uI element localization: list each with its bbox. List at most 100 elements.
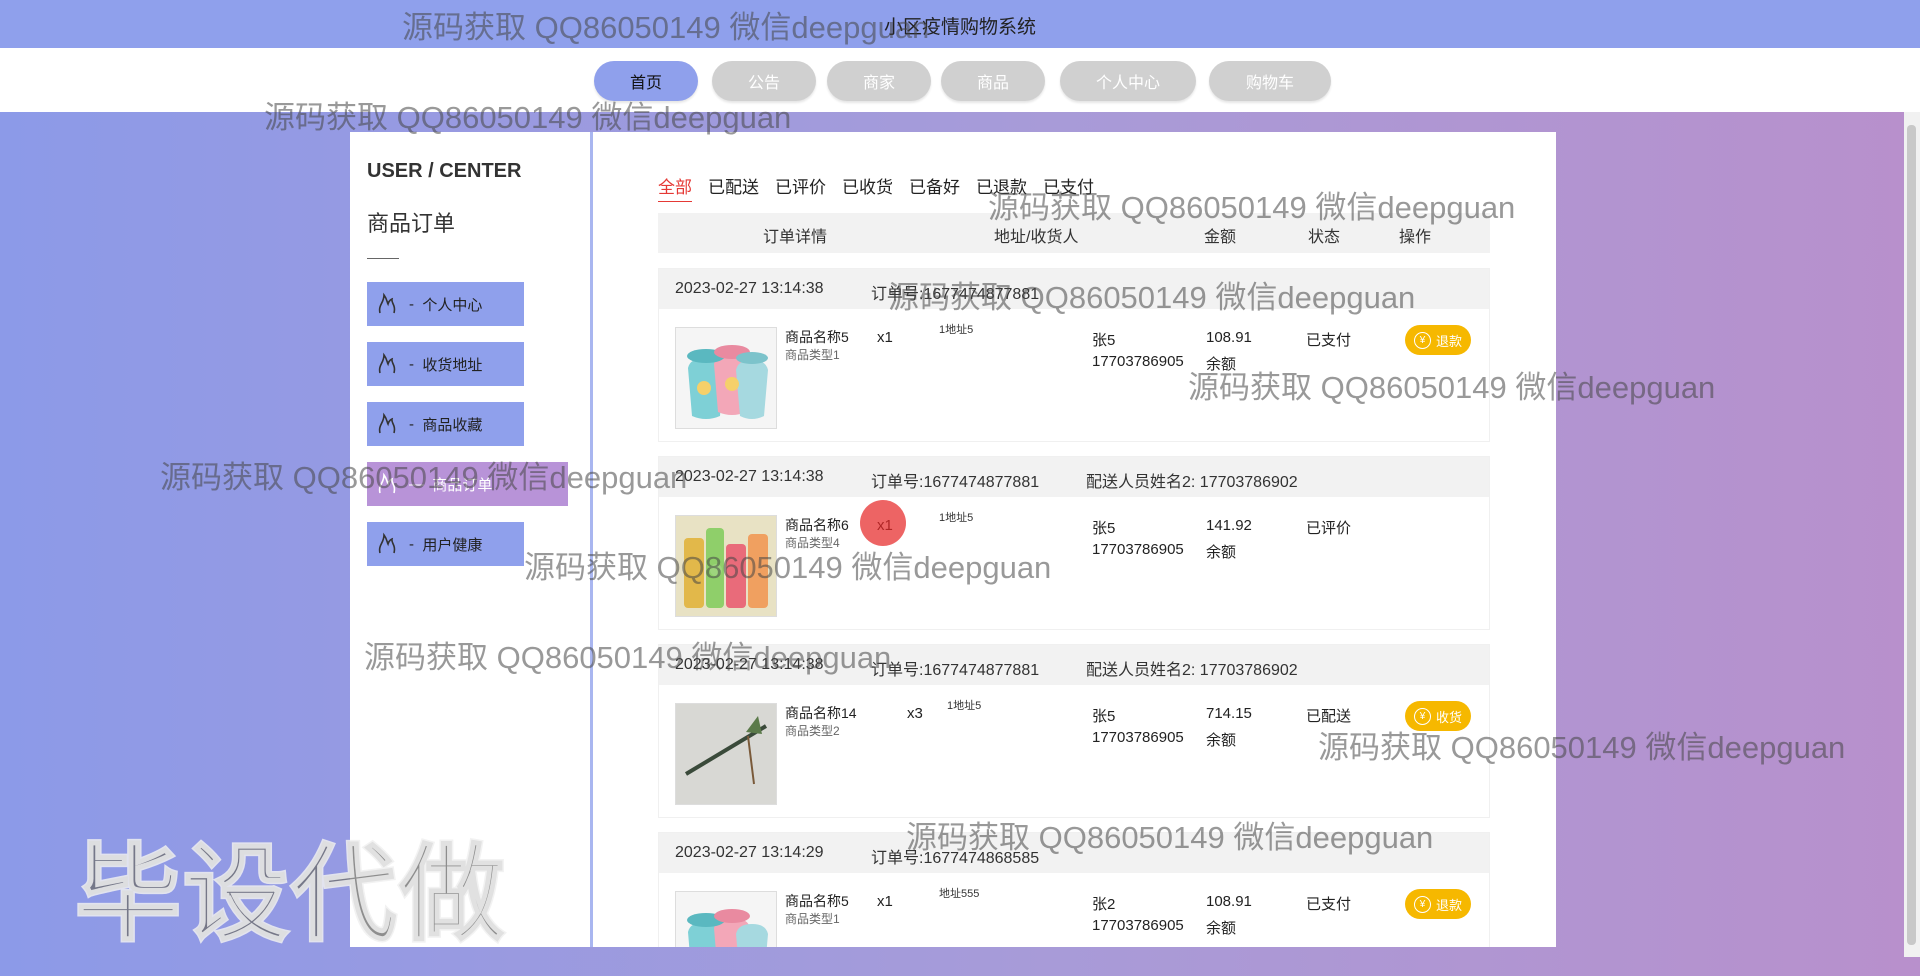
delivery-person: 配送人员姓名2: 17703786902: [1086, 474, 1298, 491]
order-time: 2023-02-27 13:14:38: [675, 468, 824, 485]
sidebar-item-address[interactable]: - 收货地址: [367, 342, 524, 386]
refund-label: 退款: [1435, 897, 1462, 913]
product-type: 商品类型1: [785, 348, 840, 362]
order-address: 1地址5: [939, 324, 974, 336]
sidebar-item-health[interactable]: - 用户健康: [367, 522, 524, 566]
sidebar-item-label: -: [409, 415, 423, 433]
order-card: 2023-02-27 13:14:38 订单号:1677474877881 商品…: [658, 268, 1490, 442]
product-type: 商品类型4: [785, 536, 840, 550]
sidebar-item-label: -: [409, 355, 423, 373]
flame-icon: [378, 532, 396, 554]
tab-delivered[interactable]: 已配送: [708, 173, 759, 202]
main-nav: 首页 公告 商家 商品 个人中心 购物车: [0, 48, 1920, 112]
refund-button[interactable]: ¥ 退款: [1405, 889, 1471, 919]
flame-icon: [378, 412, 396, 434]
order-head: 2023-02-27 13:14:29 订单号:1677474868585: [659, 833, 1489, 873]
product-name: 商品名称5: [785, 329, 849, 345]
sidebar-item-label: 用户健康: [422, 536, 483, 554]
yen-icon: ¥: [1413, 707, 1431, 725]
refund-label: 退款: [1435, 333, 1462, 349]
receiver-phone: 17703786905: [1092, 917, 1184, 934]
order-time: 2023-02-27 13:14:29: [675, 844, 824, 861]
nav-home[interactable]: 首页: [594, 61, 698, 101]
tab-reviewed[interactable]: 已评价: [775, 173, 826, 202]
header-amount: 金额: [1204, 229, 1237, 246]
nav-announcement[interactable]: 公告: [712, 61, 816, 101]
sidebar-subtitle: 商品订单: [367, 211, 456, 236]
sidebar-item-label: 个人中心: [422, 296, 483, 314]
pay-method: 余额: [1206, 356, 1237, 373]
order-status: 已支付: [1306, 896, 1352, 913]
product-image: [675, 703, 777, 805]
pay-method: 余额: [1206, 920, 1237, 937]
site-title: 小区疫情购物系统: [883, 17, 1036, 38]
flame-icon: [378, 472, 396, 494]
order-address: 地址555: [939, 888, 980, 900]
receiver-name: 张5: [1092, 520, 1116, 537]
nav-merchant[interactable]: 商家: [827, 61, 931, 101]
nav-product[interactable]: 商品: [941, 61, 1045, 101]
sidebar-item-label: 收货地址: [422, 356, 483, 374]
pay-method: 余额: [1206, 732, 1237, 749]
pay-method: 余额: [1206, 544, 1237, 561]
nav-cart[interactable]: 购物车: [1209, 61, 1331, 101]
sidebar-item-label: 商品收藏: [422, 416, 483, 434]
order-head: 2023-02-27 13:14:38 订单号:1677474877881 配送…: [659, 457, 1489, 497]
tab-prepared[interactable]: 已备好: [909, 173, 960, 202]
order-time: 2023-02-27 13:14:38: [675, 656, 824, 673]
sidebar-item-personal-center[interactable]: - 个人中心: [367, 282, 524, 326]
delivery-person: 配送人员姓名2: 17703786902: [1086, 662, 1298, 679]
nav-personal-center[interactable]: 个人中心: [1060, 61, 1196, 101]
sidebar-item-label: -: [409, 295, 423, 313]
flame-icon: [378, 292, 396, 314]
receiver-phone: 17703786905: [1092, 729, 1184, 746]
sidebar-item-orders[interactable]: — 商品订单: [367, 462, 568, 506]
user-center-title: USER / CENTER: [367, 160, 522, 182]
panel-divider: [590, 132, 593, 947]
receive-label: 收货: [1435, 709, 1462, 725]
order-head: 2023-02-27 13:14:38 订单号:1677474877881 配送…: [659, 645, 1489, 685]
order-table-header: 订单详情 地址/收货人 金额 状态 操作: [658, 213, 1490, 253]
order-status-tabs: 全部 已配送 已评价 已收货 已备好 已退款 已支付: [658, 173, 1110, 202]
order-amount: 108.91: [1206, 893, 1252, 910]
refund-button[interactable]: ¥ 退款: [1405, 325, 1471, 355]
product-qty: x3: [907, 705, 923, 722]
order-card: 2023-02-27 13:14:29 订单号:1677474868585 商品…: [658, 832, 1490, 947]
product-image: [675, 891, 777, 947]
tab-all[interactable]: 全部: [658, 173, 692, 202]
order-status: 已评价: [1306, 520, 1352, 537]
product-type: 商品类型1: [785, 912, 840, 926]
tab-received[interactable]: 已收货: [842, 173, 893, 202]
order-amount: 141.92: [1206, 517, 1252, 534]
product-name: 商品名称6: [785, 517, 849, 533]
scrollbar-thumb[interactable]: [1907, 125, 1916, 945]
order-number: 订单号:1677474868585: [871, 850, 1040, 867]
tab-paid[interactable]: 已支付: [1043, 173, 1094, 202]
tab-refunded[interactable]: 已退款: [976, 173, 1027, 202]
product-name: 商品名称5: [785, 893, 849, 909]
receiver-name: 张2: [1092, 896, 1116, 913]
order-number: 订单号:1677474877881: [871, 286, 1040, 303]
order-status: 已支付: [1306, 332, 1352, 349]
order-status: 已配送: [1306, 708, 1352, 725]
order-address: 1地址5: [939, 512, 974, 524]
header-address: 地址/收货人: [994, 229, 1079, 246]
top-header-bar: 小区疫情购物系统: [0, 0, 1920, 48]
order-amount: 714.15: [1206, 705, 1252, 722]
order-card: 2023-02-27 13:14:38 订单号:1677474877881 配送…: [658, 644, 1490, 818]
sidebar-item-label: -: [409, 535, 423, 553]
order-address: 1地址5: [947, 700, 982, 712]
order-amount: 108.91: [1206, 329, 1252, 346]
order-card: 2023-02-27 13:14:38 订单号:1677474877881 配送…: [658, 456, 1490, 630]
order-number: 订单号:1677474877881: [871, 474, 1040, 491]
product-image: [675, 515, 777, 617]
header-action: 操作: [1399, 229, 1432, 246]
sidebar-item-favorites[interactable]: - 商品收藏: [367, 402, 524, 446]
receive-button[interactable]: ¥ 收货: [1405, 701, 1471, 731]
product-type: 商品类型2: [785, 724, 840, 738]
receiver-name: 张5: [1092, 332, 1116, 349]
product-qty: x1: [877, 893, 893, 910]
receiver-name: 张5: [1092, 708, 1116, 725]
sidebar-item-label: —: [409, 475, 433, 493]
sidebar-underline: [367, 258, 399, 259]
